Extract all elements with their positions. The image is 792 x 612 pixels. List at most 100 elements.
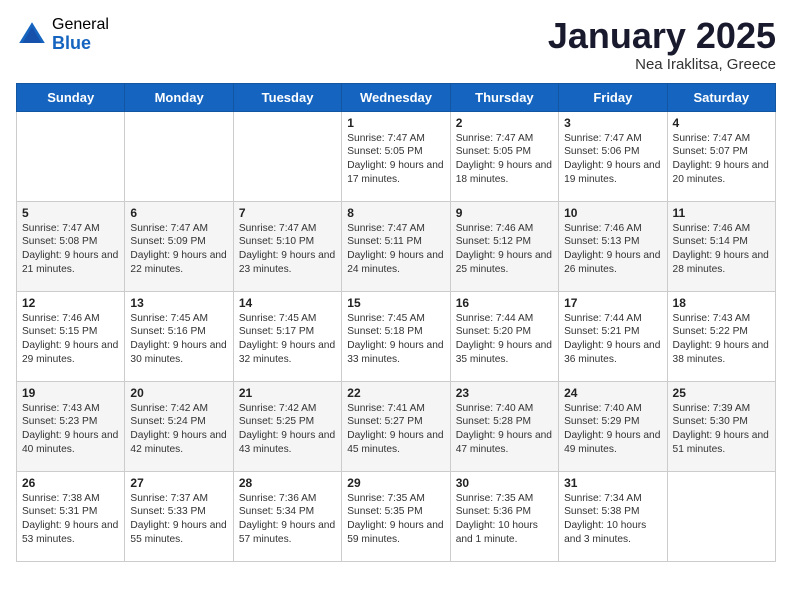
date-number: 26 bbox=[22, 476, 119, 490]
cell-info: Sunrise: 7:46 AM Sunset: 5:12 PM Dayligh… bbox=[456, 222, 553, 277]
calendar-cell bbox=[17, 111, 125, 201]
weekday-header-friday: Friday bbox=[559, 83, 667, 111]
date-number: 18 bbox=[673, 296, 770, 310]
cell-info: Sunrise: 7:47 AM Sunset: 5:10 PM Dayligh… bbox=[239, 222, 336, 277]
calendar-week-5: 26 Sunrise: 7:38 AM Sunset: 5:31 PM Dayli… bbox=[17, 471, 776, 561]
date-number: 1 bbox=[347, 116, 444, 130]
weekday-header-saturday: Saturday bbox=[667, 83, 775, 111]
date-number: 15 bbox=[347, 296, 444, 310]
cell-info: Sunrise: 7:47 AM Sunset: 5:08 PM Dayligh… bbox=[22, 222, 119, 277]
cell-info: Sunrise: 7:38 AM Sunset: 5:31 PM Dayligh… bbox=[22, 492, 119, 547]
calendar-title: January 2025 bbox=[548, 16, 776, 56]
calendar-cell: 12Sunrise: 7:46 AM Sunset: 5:15 PM Dayli… bbox=[17, 291, 125, 381]
date-number: 9 bbox=[456, 206, 553, 220]
calendar-cell: 13Sunrise: 7:45 AM Sunset: 5:16 PM Dayli… bbox=[125, 291, 233, 381]
date-number: 5 bbox=[22, 206, 119, 220]
date-number: 11 bbox=[673, 206, 770, 220]
calendar-cell: 4 Sunrise: 7:47 AM Sunset: 5:07 PM Daylig… bbox=[667, 111, 775, 201]
cell-info: Sunrise: 7:42 AM Sunset: 5:24 PM Dayligh… bbox=[130, 402, 227, 457]
calendar-cell: 23Sunrise: 7:40 AM Sunset: 5:28 PM Dayli… bbox=[450, 381, 558, 471]
weekday-header-monday: Monday bbox=[125, 83, 233, 111]
calendar-cell: 18 Sunrise: 7:43 AM Sunset: 5:22 PM Dayli… bbox=[667, 291, 775, 381]
calendar-cell: 8Sunrise: 7:47 AM Sunset: 5:11 PM Daylig… bbox=[342, 201, 450, 291]
calendar-cell: 20 Sunrise: 7:42 AM Sunset: 5:24 PM Dayli… bbox=[125, 381, 233, 471]
cell-info: Sunrise: 7:41 AM Sunset: 5:27 PM Dayligh… bbox=[347, 402, 444, 457]
calendar-cell: 27 Sunrise: 7:37 AM Sunset: 5:33 PM Dayli… bbox=[125, 471, 233, 561]
calendar-cell: 31 Sunrise: 7:34 AM Sunset: 5:38 PM Dayli… bbox=[559, 471, 667, 561]
date-number: 16 bbox=[456, 296, 553, 310]
cell-info: Sunrise: 7:44 AM Sunset: 5:20 PM Dayligh… bbox=[456, 312, 553, 367]
cell-info: Sunrise: 7:42 AM Sunset: 5:25 PM Dayligh… bbox=[239, 402, 336, 457]
calendar-cell: 24 Sunrise: 7:40 AM Sunset: 5:29 PM Dayli… bbox=[559, 381, 667, 471]
calendar-cell: 3 Sunrise: 7:47 AM Sunset: 5:06 PM Daylig… bbox=[559, 111, 667, 201]
date-number: 31 bbox=[564, 476, 661, 490]
date-number: 28 bbox=[239, 476, 336, 490]
cell-info: Sunrise: 7:44 AM Sunset: 5:21 PM Dayligh… bbox=[564, 312, 661, 367]
logo-general: General bbox=[52, 16, 109, 34]
cell-info: Sunrise: 7:40 AM Sunset: 5:29 PM Dayligh… bbox=[564, 402, 661, 457]
cell-info: Sunrise: 7:43 AM Sunset: 5:23 PM Dayligh… bbox=[22, 402, 119, 457]
calendar-cell bbox=[667, 471, 775, 561]
date-number: 10 bbox=[564, 206, 661, 220]
calendar-cell: 28 Sunrise: 7:36 AM Sunset: 5:34 PM Dayli… bbox=[233, 471, 341, 561]
calendar-cell: 10 Sunrise: 7:46 AM Sunset: 5:13 PM Dayli… bbox=[559, 201, 667, 291]
date-number: 8 bbox=[347, 206, 444, 220]
calendar-cell: 19 Sunrise: 7:43 AM Sunset: 5:23 PM Dayli… bbox=[17, 381, 125, 471]
cell-info: Sunrise: 7:37 AM Sunset: 5:33 PM Dayligh… bbox=[130, 492, 227, 547]
weekday-header-tuesday: Tuesday bbox=[233, 83, 341, 111]
calendar-cell: 26 Sunrise: 7:38 AM Sunset: 5:31 PM Dayli… bbox=[17, 471, 125, 561]
calendar-cell bbox=[233, 111, 341, 201]
calendar-cell: 7 Sunrise: 7:47 AM Sunset: 5:10 PM Daylig… bbox=[233, 201, 341, 291]
calendar-cell: 16 Sunrise: 7:44 AM Sunset: 5:20 PM Dayli… bbox=[450, 291, 558, 381]
cell-info: Sunrise: 7:47 AM Sunset: 5:09 PM Dayligh… bbox=[130, 222, 227, 277]
cell-info: Sunrise: 7:34 AM Sunset: 5:38 PM Dayligh… bbox=[564, 492, 661, 547]
calendar-week-2: 5 Sunrise: 7:47 AM Sunset: 5:08 PM Daylig… bbox=[17, 201, 776, 291]
cell-info: Sunrise: 7:36 AM Sunset: 5:34 PM Dayligh… bbox=[239, 492, 336, 547]
cell-info: Sunrise: 7:39 AM Sunset: 5:30 PM Dayligh… bbox=[673, 402, 770, 457]
date-number: 29 bbox=[347, 476, 444, 490]
date-number: 14 bbox=[239, 296, 336, 310]
date-number: 21 bbox=[239, 386, 336, 400]
calendar-cell: 1Sunrise: 7:47 AM Sunset: 5:05 PM Daylig… bbox=[342, 111, 450, 201]
page-header: General Blue January 2025 Nea Iraklitsa,… bbox=[16, 16, 776, 73]
calendar-cell: 11 Sunrise: 7:46 AM Sunset: 5:14 PM Dayli… bbox=[667, 201, 775, 291]
calendar-cell: 14Sunrise: 7:45 AM Sunset: 5:17 PM Dayli… bbox=[233, 291, 341, 381]
cell-info: Sunrise: 7:46 AM Sunset: 5:15 PM Dayligh… bbox=[22, 312, 119, 367]
date-number: 4 bbox=[673, 116, 770, 130]
date-number: 30 bbox=[456, 476, 553, 490]
calendar-cell: 2Sunrise: 7:47 AM Sunset: 5:05 PM Daylig… bbox=[450, 111, 558, 201]
date-number: 24 bbox=[564, 386, 661, 400]
weekday-header-sunday: Sunday bbox=[17, 83, 125, 111]
logo: General Blue bbox=[16, 16, 109, 53]
date-number: 6 bbox=[130, 206, 227, 220]
cell-info: Sunrise: 7:43 AM Sunset: 5:22 PM Dayligh… bbox=[673, 312, 770, 367]
cell-info: Sunrise: 7:46 AM Sunset: 5:13 PM Dayligh… bbox=[564, 222, 661, 277]
cell-info: Sunrise: 7:35 AM Sunset: 5:36 PM Dayligh… bbox=[456, 492, 553, 547]
calendar-cell: 29Sunrise: 7:35 AM Sunset: 5:35 PM Dayli… bbox=[342, 471, 450, 561]
date-number: 27 bbox=[130, 476, 227, 490]
calendar-cell: 30 Sunrise: 7:35 AM Sunset: 5:36 PM Dayli… bbox=[450, 471, 558, 561]
calendar-week-4: 19 Sunrise: 7:43 AM Sunset: 5:23 PM Dayli… bbox=[17, 381, 776, 471]
calendar-table: SundayMondayTuesdayWednesdayThursdayFrid… bbox=[16, 83, 776, 562]
calendar-cell: 21 Sunrise: 7:42 AM Sunset: 5:25 PM Dayli… bbox=[233, 381, 341, 471]
logo-blue: Blue bbox=[52, 34, 109, 54]
calendar-cell: 15 Sunrise: 7:45 AM Sunset: 5:18 PM Dayli… bbox=[342, 291, 450, 381]
calendar-cell: 9 Sunrise: 7:46 AM Sunset: 5:12 PM Daylig… bbox=[450, 201, 558, 291]
calendar-cell: 22 Sunrise: 7:41 AM Sunset: 5:27 PM Dayli… bbox=[342, 381, 450, 471]
date-number: 20 bbox=[130, 386, 227, 400]
cell-info: Sunrise: 7:47 AM Sunset: 5:07 PM Dayligh… bbox=[673, 132, 770, 187]
cell-info: Sunrise: 7:45 AM Sunset: 5:16 PM Dayligh… bbox=[130, 312, 227, 367]
logo-text: General Blue bbox=[52, 16, 109, 53]
date-number: 7 bbox=[239, 206, 336, 220]
cell-info: Sunrise: 7:47 AM Sunset: 5:06 PM Dayligh… bbox=[564, 132, 661, 187]
cell-info: Sunrise: 7:45 AM Sunset: 5:18 PM Dayligh… bbox=[347, 312, 444, 367]
cell-info: Sunrise: 7:47 AM Sunset: 5:05 PM Dayligh… bbox=[456, 132, 553, 187]
date-number: 22 bbox=[347, 386, 444, 400]
cell-info: Sunrise: 7:46 AM Sunset: 5:14 PM Dayligh… bbox=[673, 222, 770, 277]
date-number: 3 bbox=[564, 116, 661, 130]
calendar-cell: 25Sunrise: 7:39 AM Sunset: 5:30 PM Dayli… bbox=[667, 381, 775, 471]
calendar-cell bbox=[125, 111, 233, 201]
calendar-week-3: 12Sunrise: 7:46 AM Sunset: 5:15 PM Dayli… bbox=[17, 291, 776, 381]
date-number: 19 bbox=[22, 386, 119, 400]
calendar-cell: 5 Sunrise: 7:47 AM Sunset: 5:08 PM Daylig… bbox=[17, 201, 125, 291]
